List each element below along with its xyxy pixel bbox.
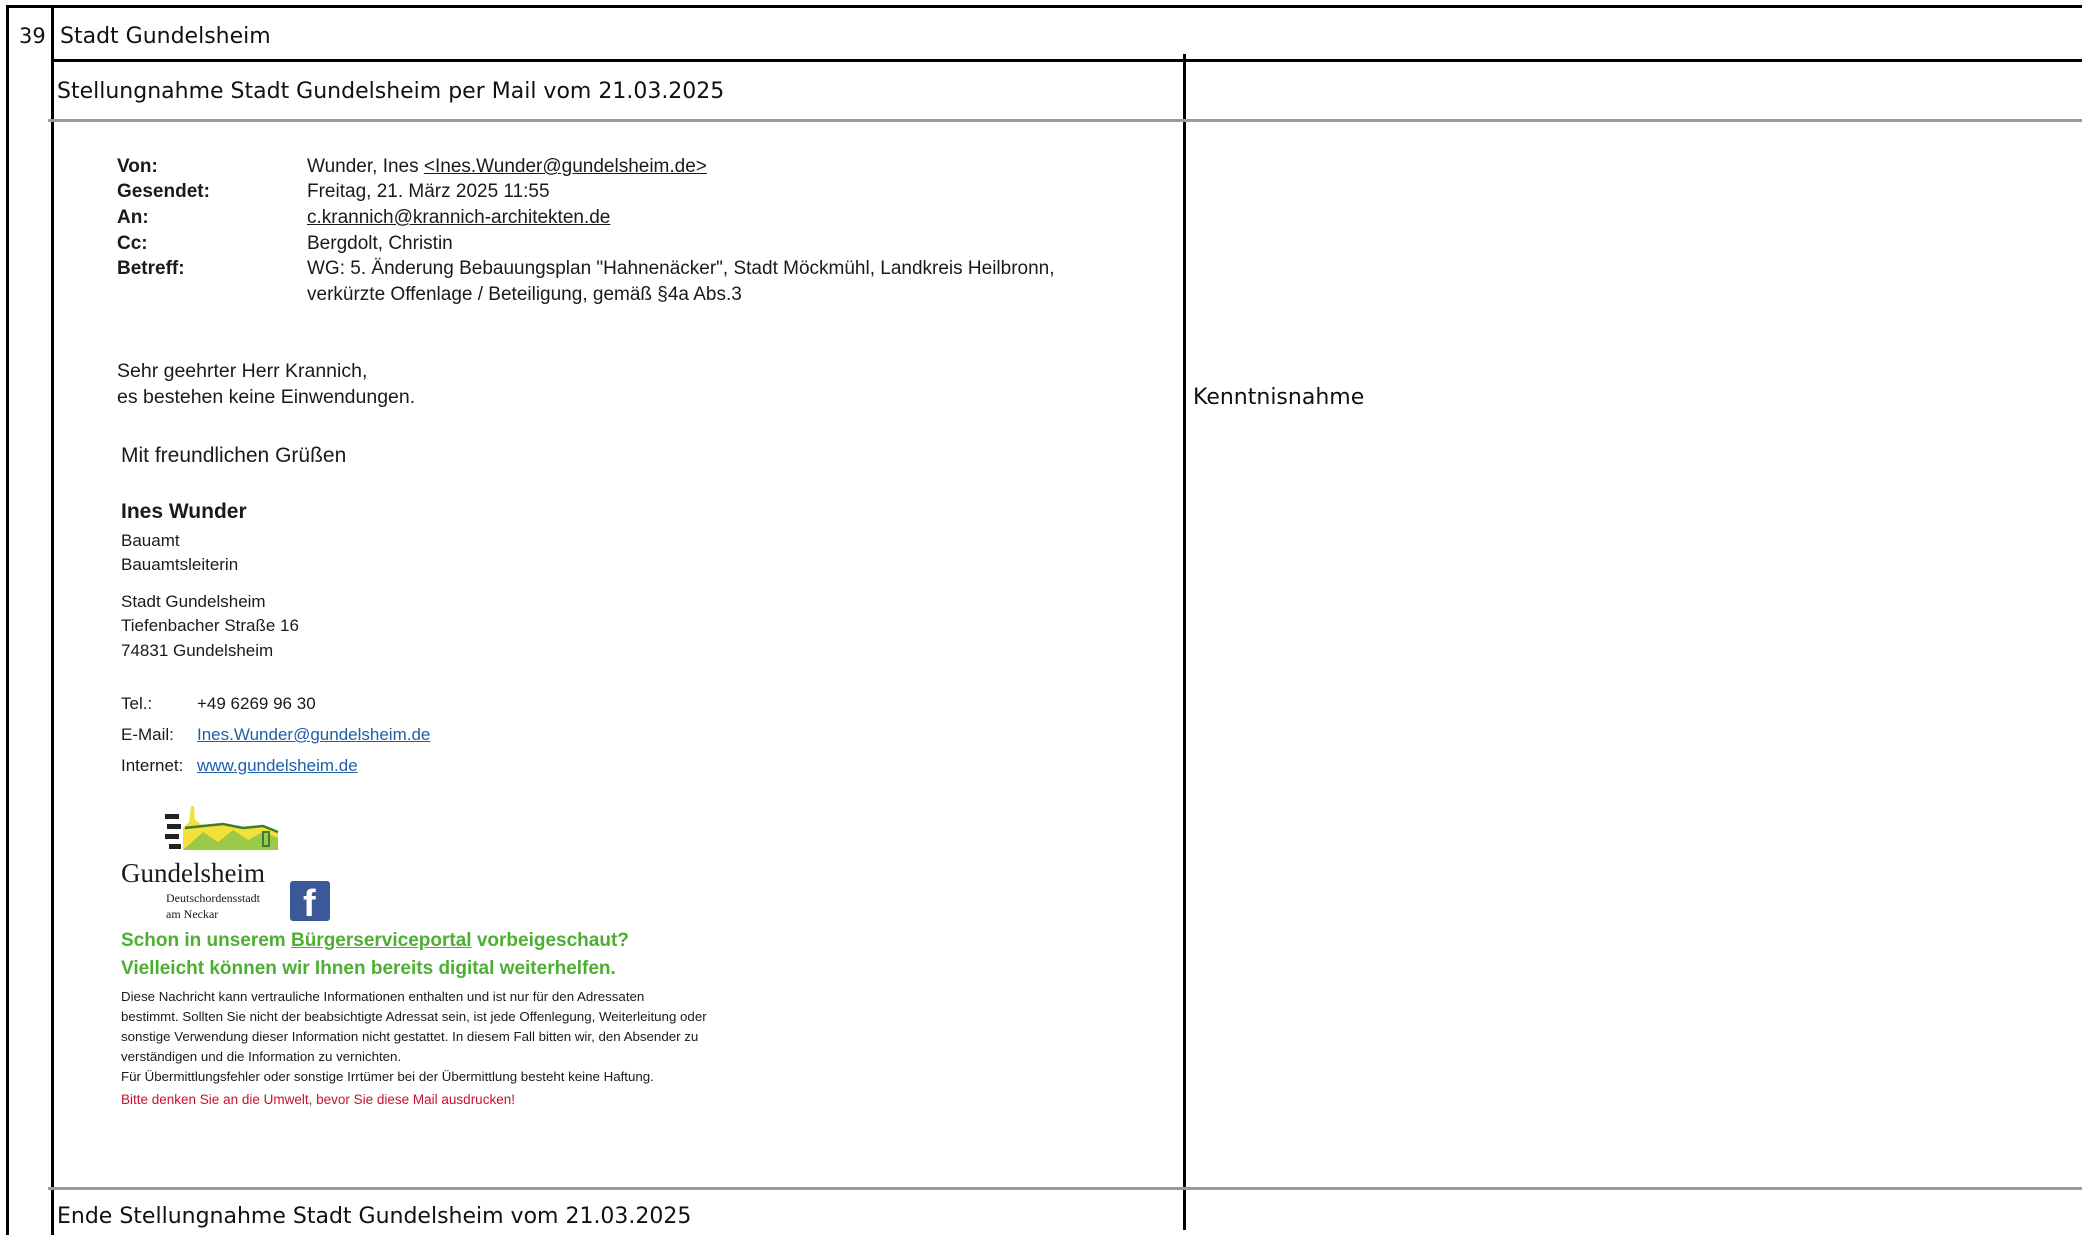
sent-label: Gesendet:	[117, 181, 210, 202]
from-name: Wunder, Ines	[307, 156, 419, 177]
closing: Mit freundlichen Grüßen	[121, 444, 347, 467]
subject-label: Betreff:	[117, 258, 185, 279]
facebook-icon[interactable]: f	[290, 881, 330, 924]
footer-divider	[48, 1187, 2082, 1190]
subject-line-1: WG: 5. Änderung Bebauungsplan "Hahnenäck…	[307, 258, 1055, 279]
from-label: Von:	[117, 156, 158, 177]
promo-line-2: Vielleicht können wir Ihnen bereits digi…	[121, 958, 616, 979]
index-column: 39	[9, 8, 54, 1235]
row-index: 39	[19, 24, 46, 48]
signature-department: Bauamt	[121, 531, 180, 550]
statement-footer: Ende Stellungnahme Stadt Gundelsheim vom…	[57, 1204, 692, 1229]
to-label: An:	[117, 207, 149, 228]
from-value: Wunder, Ines <Ines.Wunder@gundelsheim.de…	[307, 156, 707, 178]
logo-name: Gundelsheim	[121, 858, 265, 888]
subject-line-2: verkürzte Offenlage / Beteiligung, gemäß…	[307, 284, 742, 305]
web-label: Internet:	[121, 756, 184, 775]
website-link[interactable]: www.gundelsheim.de	[197, 756, 358, 776]
eco-note: Bitte denken Sie an die Umwelt, bevor Si…	[121, 1092, 515, 1107]
disclaimer-line: sonstige Verwendung dieser Information n…	[121, 1029, 699, 1044]
logo-sub-2: am Neckar	[166, 907, 219, 921]
disclaimer-line: Diese Nachricht kann vertrauliche Inform…	[121, 989, 645, 1004]
disclaimer-line: verständigen und die Information zu vern…	[121, 1049, 402, 1064]
organization-name: Stadt Gundelsheim	[60, 24, 271, 49]
signature-street: Tiefenbacher Straße 16	[121, 616, 299, 635]
body-text: es bestehen keine Einwendungen.	[117, 386, 416, 408]
tel-value: +49 6269 96 30	[197, 694, 316, 713]
disclaimer-line: Für Übermittlungsfehler oder sonstige Ir…	[121, 1069, 654, 1084]
buergerserviceportal-link[interactable]: Bürgerserviceportal	[291, 930, 472, 951]
signature-email-link[interactable]: Ines.Wunder@gundelsheim.de	[197, 725, 430, 745]
city-skyline-logo-icon	[165, 806, 279, 850]
greeting: Sehr geehrter Herr Krannich,	[117, 360, 368, 382]
signature-name: Ines Wunder	[121, 500, 247, 523]
cc-label: Cc:	[117, 233, 148, 254]
disclaimer-line: bestimmt. Sollten Sie nicht der beabsich…	[121, 1009, 707, 1024]
signature-role: Bauamtsleiterin	[121, 555, 239, 574]
header-divider	[48, 119, 2082, 122]
to-email-link[interactable]: c.krannich@krannich-architekten.de	[307, 207, 610, 229]
statement-header: Stellungnahme Stadt Gundelsheim per Mail…	[57, 79, 725, 104]
response-text: Kenntnisnahme	[1193, 385, 1365, 410]
signature-org: Stadt Gundelsheim	[121, 592, 266, 611]
promo-line-1: Schon in unserem Bürgerserviceportal vor…	[121, 930, 629, 951]
cc-value: Bergdolt, Christin	[307, 233, 453, 254]
disclaimer: Diese Nachricht kann vertrauliche Inform…	[121, 987, 707, 1087]
sent-value: Freitag, 21. März 2025 11:55	[307, 181, 550, 202]
email-label: E-Mail:	[121, 725, 174, 744]
signature-city: 74831 Gundelsheim	[121, 641, 274, 660]
organization-row: Stadt Gundelsheim	[54, 8, 2082, 62]
logo-sub-1: Deutschordensstadt	[166, 891, 260, 905]
tel-label: Tel.:	[121, 694, 153, 713]
from-email-link[interactable]: <Ines.Wunder@gundelsheim.de>	[424, 156, 707, 177]
column-divider	[1183, 54, 1186, 1230]
